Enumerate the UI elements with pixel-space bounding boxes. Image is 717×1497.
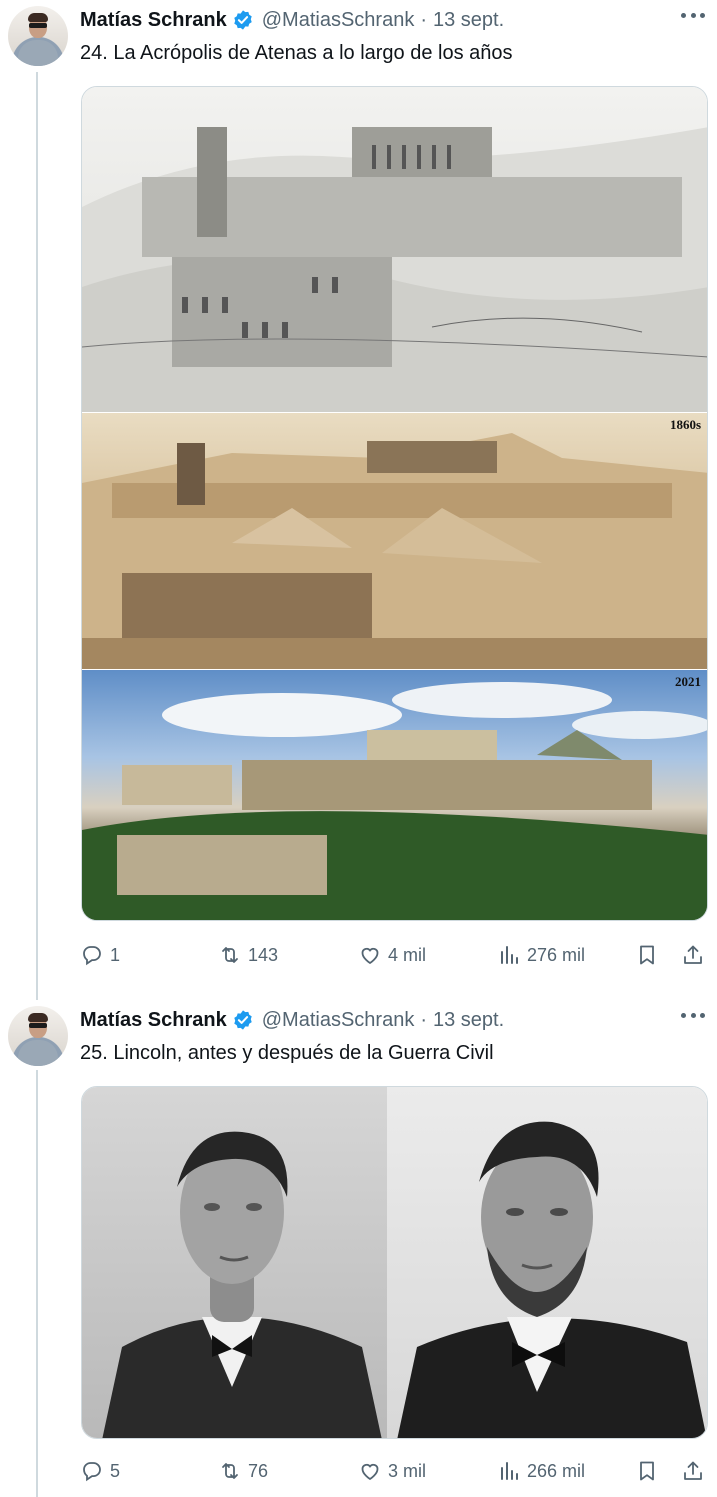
tweet-header: Matías Schrank @MatiasSchrank · 13 sept. [80,1008,504,1032]
tweet-actions: 1 143 4 mil 276 mil [80,943,710,969]
more-icon[interactable] [681,1010,705,1020]
reply-count: 5 [110,1460,121,1481]
tweet-date[interactable]: 13 sept. [433,1009,504,1032]
tweet-actions: 5 76 3 mil 266 mil [80,1459,710,1485]
author-handle[interactable]: @MatiasSchrank [262,9,415,32]
retweet-button[interactable]: 76 [218,1459,268,1483]
acropolis-sketch-image [82,127,707,412]
views-button[interactable]: 266 mil [497,1459,585,1483]
reply-icon [83,1462,101,1482]
verified-badge-icon [234,1010,252,1030]
like-icon [361,947,379,965]
tweet-text: 24. La Acrópolis de Atenas a lo largo de… [80,42,513,64]
share-button[interactable] [681,943,705,967]
like-count: 3 mil [388,1460,427,1481]
tweet-media[interactable] [81,1086,708,1439]
tweet-header: Matías Schrank @MatiasSchrank · 13 sept. [80,8,504,32]
avatar[interactable] [8,6,68,66]
bookmark-icon [640,945,654,965]
media-year-label: 1860s [669,417,701,432]
views-count: 266 mil [527,1460,586,1481]
like-button[interactable]: 3 mil [358,1459,426,1483]
bookmark-button[interactable] [635,943,659,967]
media-year-label: 2021 [675,674,701,689]
retweet-icon [222,947,238,963]
author-handle[interactable]: @MatiasSchrank [262,1009,415,1032]
separator-dot: · [420,8,427,31]
avatar[interactable] [8,1006,68,1066]
retweet-icon [222,1463,238,1479]
retweet-count: 143 [248,944,279,965]
retweet-button[interactable]: 143 [218,943,278,967]
acropolis-2021-image [82,682,707,920]
tweet-date[interactable]: 13 sept. [433,9,504,32]
reply-button[interactable]: 1 [80,943,120,967]
tweet-text: 25. Lincoln, antes y después de la Guerr… [80,1042,494,1064]
like-button[interactable]: 4 mil [358,943,426,967]
media-panel-sketch [82,87,707,412]
media-panel-2021: 2021 [82,670,707,920]
views-button[interactable]: 276 mil [497,943,585,967]
views-icon [501,946,518,964]
tweet-media[interactable]: 1860s 2021 [81,86,708,921]
acropolis-1860s-image [82,433,707,669]
author-name[interactable]: Matías Schrank [80,9,227,32]
lincoln-before-image [102,1131,382,1438]
share-icon [684,1461,702,1480]
reply-button[interactable]: 5 [80,1459,120,1483]
more-icon[interactable] [681,10,705,20]
reply-icon [83,946,101,966]
views-count: 276 mil [527,944,586,965]
reply-count: 1 [110,944,121,965]
tweet[interactable]: Matías Schrank @MatiasSchrank · 13 sept.… [0,0,717,990]
verified-badge-icon [234,10,252,30]
tweet[interactable]: Matías Schrank @MatiasSchrank · 13 sept.… [0,1000,717,1497]
views-icon [501,1462,518,1480]
media-panel-1860s: 1860s [82,413,707,669]
share-icon [684,945,702,964]
lincoln-after-image [397,1121,707,1438]
bookmark-icon [640,1461,654,1481]
author-name[interactable]: Matías Schrank [80,1009,227,1032]
media-panel-lincoln-after [387,1087,707,1438]
bookmark-button[interactable] [635,1459,659,1483]
media-panel-lincoln-before [82,1087,387,1438]
like-icon [361,1463,379,1481]
retweet-count: 76 [248,1460,269,1481]
share-button[interactable] [681,1459,705,1483]
separator-dot: · [420,1008,427,1031]
like-count: 4 mil [388,944,427,965]
